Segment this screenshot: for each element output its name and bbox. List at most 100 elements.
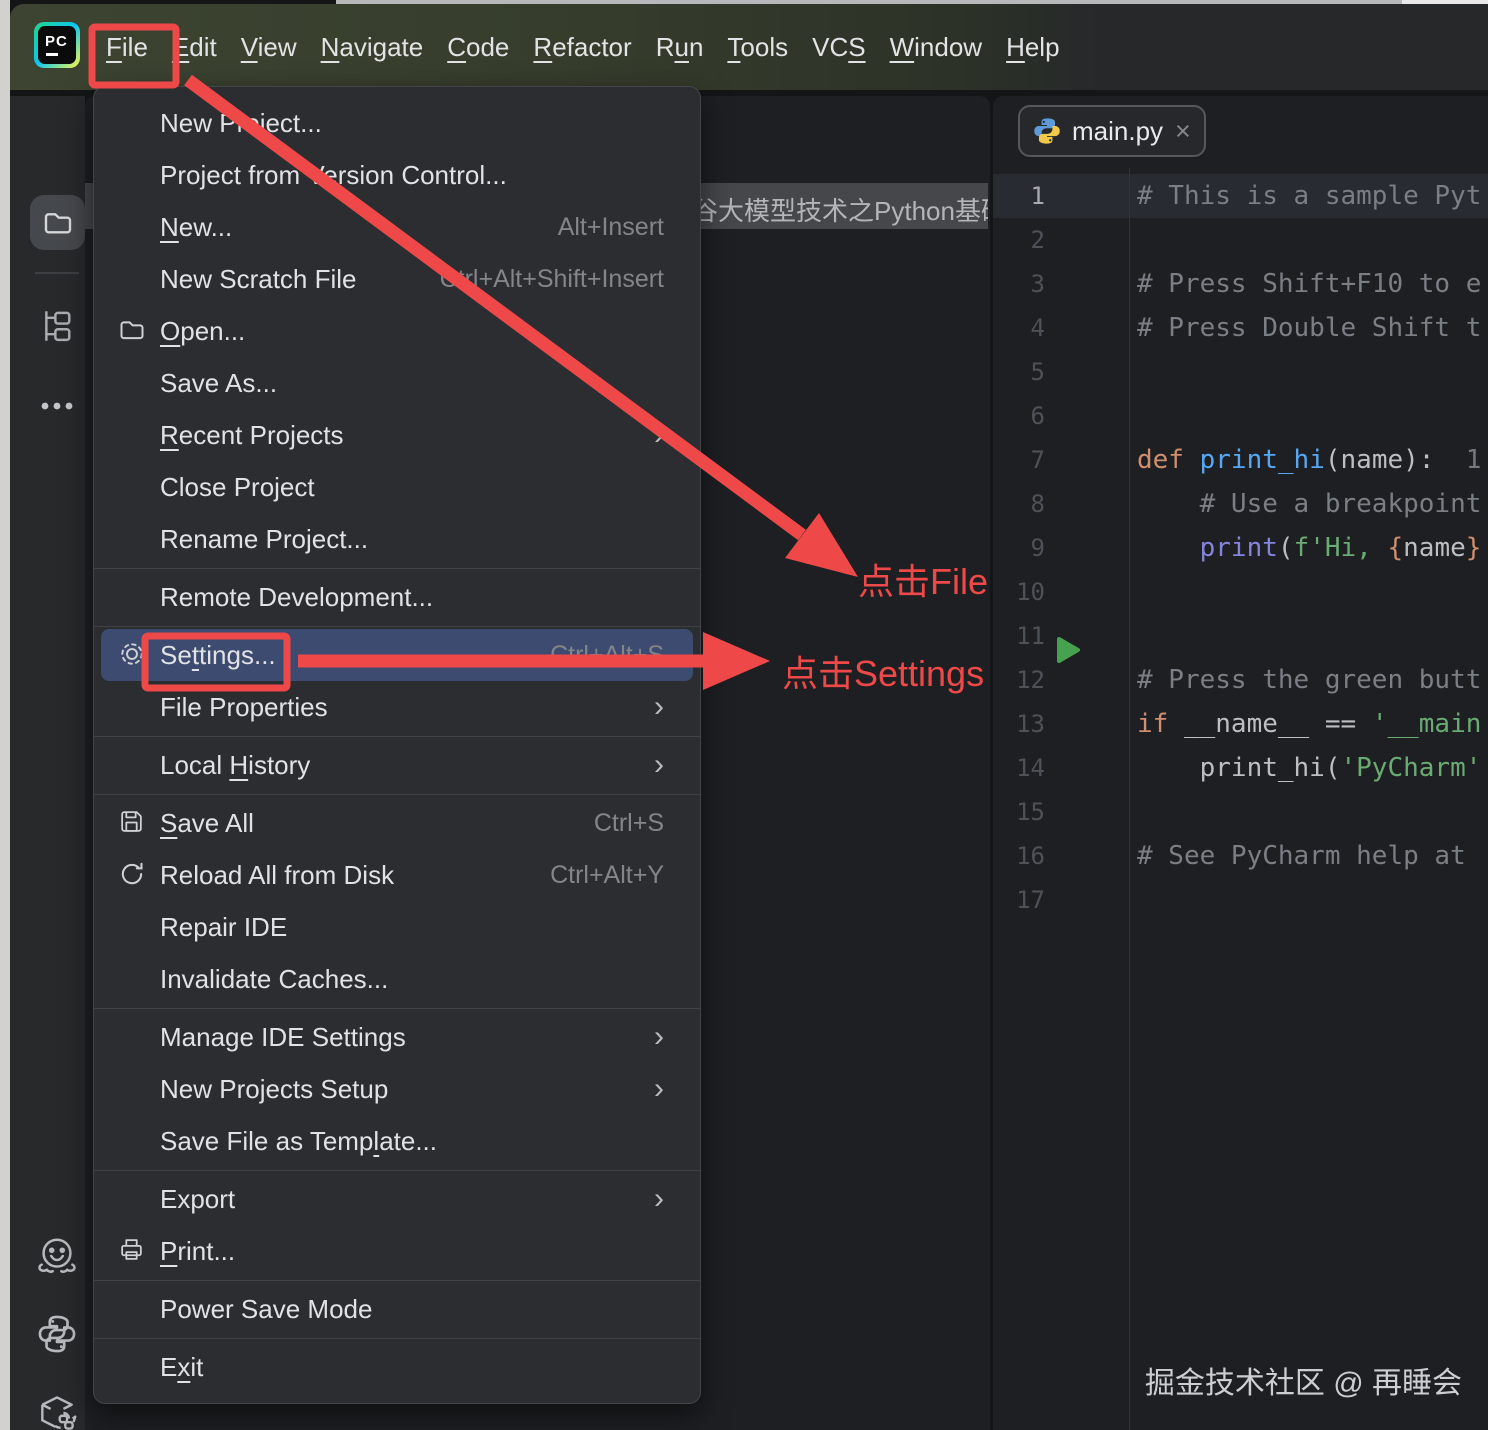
menu-item-export[interactable]: Export › [101, 1173, 693, 1225]
menu-item-manage-ide-settings[interactable]: Manage IDE Settings › [101, 1011, 693, 1063]
menu-help[interactable]: Help [1006, 32, 1059, 63]
menu-item-new-scratch-file[interactable]: New Scratch File Ctrl+Alt+Shift+Insert [101, 253, 693, 305]
run-line-icon[interactable] [1055, 636, 1081, 664]
menu-item-save-file-as-template[interactable]: Save File as Template... [101, 1115, 693, 1167]
editor-gutter: 1 2 3 4 5 6 7 8 9 10 11 12 13 14 15 16 17 [993, 174, 1129, 922]
menu-run[interactable]: Run [656, 32, 704, 63]
menu-item-open[interactable]: Open... [101, 305, 693, 357]
menu-item-label: New Project... [160, 107, 322, 138]
code-line-16: # See PyCharm help at [1137, 841, 1482, 871]
menu-separator [94, 1337, 700, 1339]
line-number-6: 6 [1030, 402, 1045, 430]
titlebar: PC File Edit View Navigate Code Refactor Run To… [10, 4, 1488, 90]
menu-separator [94, 625, 700, 627]
chevron-right-icon: › [654, 1020, 664, 1053]
menu-window[interactable]: Window [890, 32, 982, 63]
gutter-border [1129, 168, 1130, 1430]
editor-island: main.py × 1 2 3 4 5 6 7 8 9 10 11 12 13 14 15 16 17 # Th… [993, 96, 1488, 1430]
pycharm-window: PC File Edit View Navigate Code Refactor Run To… [0, 0, 1488, 1430]
python-icon[interactable] [33, 1310, 81, 1358]
menu-item-save-all[interactable]: Save All Ctrl+S [101, 797, 693, 849]
more-icon[interactable] [34, 388, 80, 424]
menu-item-reload-all-from-disk[interactable]: Reload All from Disk Ctrl+Alt+Y [101, 849, 693, 901]
huggingface-icon[interactable] [31, 1230, 83, 1282]
menu-item-new-projects-setup[interactable]: New Projects Setup › [101, 1063, 693, 1115]
menu-item-remote-development[interactable]: Remote Development... [101, 571, 693, 623]
menu-item-label: Invalidate Caches... [160, 963, 389, 994]
tab-main-py[interactable]: main.py × [1018, 105, 1206, 157]
menu-item-label: Reload All from Disk [160, 859, 395, 890]
menu-file[interactable]: File [106, 32, 148, 63]
gear-icon [118, 640, 148, 670]
line-number-7: 7 [1030, 446, 1045, 474]
project-folder-icon[interactable] [30, 195, 85, 250]
menu-item-settings[interactable]: Settings... Ctrl+Alt+S [101, 629, 693, 681]
menu-item-repair-ide[interactable]: Repair IDE [101, 901, 693, 953]
menu-item-label: New Projects Setup [160, 1073, 389, 1104]
background-window-edge [0, 0, 10, 1430]
menu-item-label: Local History [160, 749, 311, 780]
menu-item-label: Close Project [160, 471, 315, 502]
menu-item-label: Power Save Mode [160, 1293, 373, 1324]
menu-item-recent-projects[interactable]: Recent Projects › [101, 409, 693, 461]
line-number-15: 15 [1016, 798, 1045, 826]
menu-item-new[interactable]: New... Alt+Insert [101, 201, 693, 253]
code-line-12: # Press the green butt [1137, 665, 1482, 695]
menu-item-shortcut: Ctrl+Alt+S [550, 640, 664, 669]
code-line-4: # Press Double Shift t [1137, 313, 1482, 343]
code-line-3: # Press Shift+F10 to e [1137, 269, 1482, 299]
menu-tools[interactable]: Tools [727, 32, 788, 63]
menu-item-save-as[interactable]: Save As... [101, 357, 693, 409]
line-number-5: 5 [1030, 358, 1045, 386]
menu-item-label: Save As... [160, 367, 278, 398]
menu-item-file-properties[interactable]: File Properties › [101, 681, 693, 733]
menu-item-label: Print... [160, 1235, 236, 1266]
menu-item-shortcut: Ctrl+Alt+Shift+Insert [439, 264, 664, 293]
tool-rail [10, 96, 85, 1430]
tab-label: main.py [1072, 115, 1164, 146]
menu-item-invalidate-caches[interactable]: Invalidate Caches... [101, 953, 693, 1005]
structure-icon[interactable] [33, 302, 81, 350]
line-number-14: 14 [1016, 754, 1045, 782]
menu-separator [94, 1279, 700, 1281]
menu-item-project-from-version-control[interactable]: Project from Version Control... [101, 149, 693, 201]
line-number-10: 10 [1016, 578, 1045, 606]
code-area[interactable]: # This is a sample Pyt # Press Shift+F10 … [1137, 174, 1488, 922]
tab-close-icon[interactable]: × [1175, 116, 1191, 147]
menu-vcs[interactable]: VCS [812, 32, 865, 63]
project-root-label: 谷大模型技术之Python基础 [692, 196, 988, 226]
menu-item-exit[interactable]: Exit [101, 1341, 693, 1393]
python-packages-icon[interactable] [32, 1388, 82, 1430]
line-number-17: 17 [1016, 886, 1045, 914]
menu-item-shortcut: Alt+Insert [557, 212, 664, 241]
menu-item-label: Manage IDE Settings [160, 1021, 406, 1052]
menu-item-local-history[interactable]: Local History › [101, 739, 693, 791]
menu-item-power-save-mode[interactable]: Power Save Mode [101, 1283, 693, 1335]
menu-view[interactable]: View [241, 32, 297, 63]
menu-item-shortcut: Ctrl+Alt+Y [550, 860, 664, 889]
menu-item-rename-project[interactable]: Rename Project... [101, 513, 693, 565]
menu-navigate[interactable]: Navigate [321, 32, 424, 63]
file-menu-popup: New Project... Project from Version Contr… [93, 86, 701, 1404]
pycharm-logo-icon: PC [34, 22, 80, 68]
menu-item-label: File Properties [160, 691, 328, 722]
menu-item-print[interactable]: Print... [101, 1225, 693, 1277]
menu-code[interactable]: Code [447, 32, 509, 63]
menu-item-new-project[interactable]: New Project... [101, 97, 693, 149]
line-number-9: 9 [1030, 534, 1045, 562]
menu-edit[interactable]: Edit [172, 32, 217, 63]
folder-icon [118, 316, 148, 346]
menu-refactor[interactable]: Refactor [533, 32, 631, 63]
menu-separator [94, 1169, 700, 1171]
menu-item-shortcut: Ctrl+S [593, 808, 664, 837]
menu-item-close-project[interactable]: Close Project [101, 461, 693, 513]
menu-separator [94, 1007, 700, 1009]
chevron-right-icon: › [654, 1072, 664, 1105]
menu-item-label: Open... [160, 315, 246, 346]
chevron-right-icon: › [654, 690, 664, 723]
